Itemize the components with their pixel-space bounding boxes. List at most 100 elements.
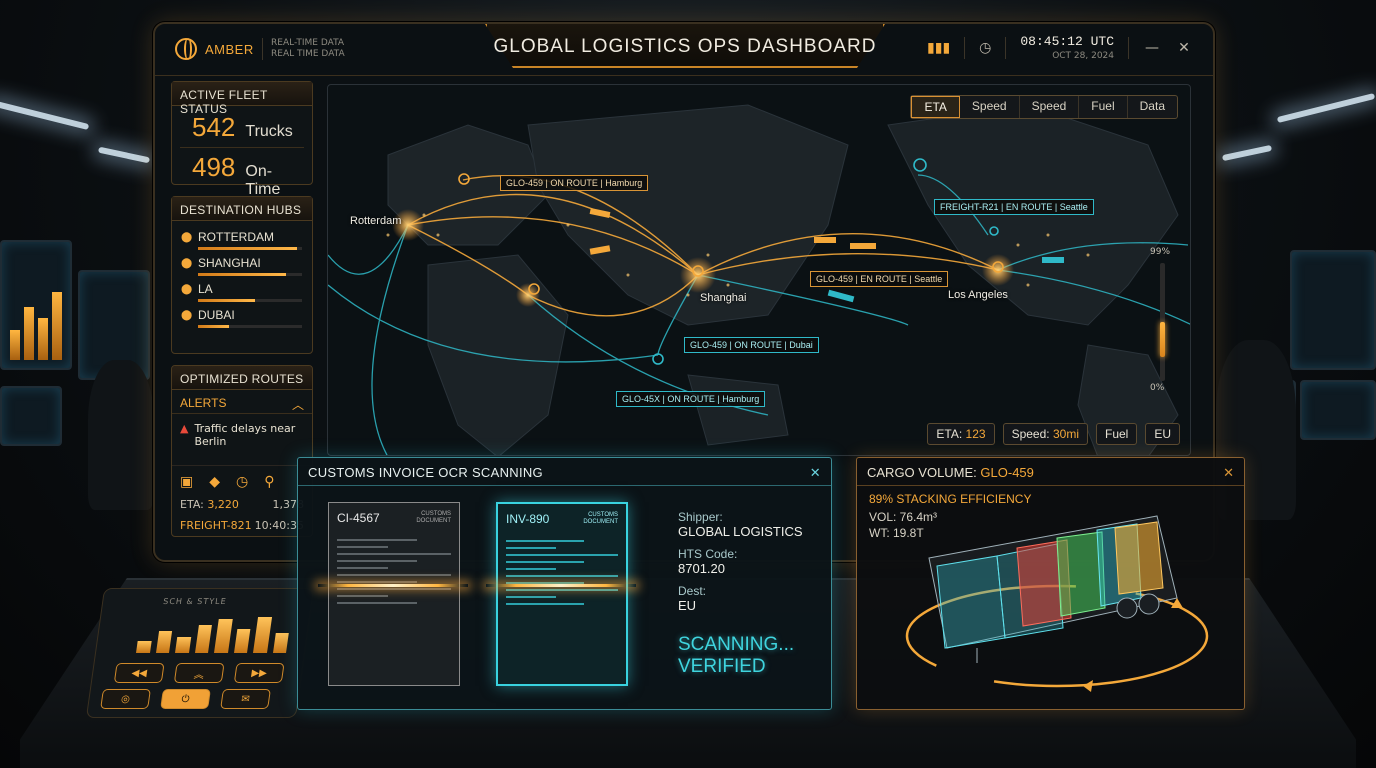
map-tab[interactable]: Speed [960, 96, 1020, 118]
field-label: HTS Code: [678, 547, 738, 561]
alert-item[interactable]: ▲ Traffic delays near Berlin [172, 414, 312, 466]
document-lines [337, 539, 451, 604]
rewind-button[interactable]: ◀◀ [113, 663, 165, 683]
hub-item[interactable]: ⬤ SHANGHAI [172, 253, 312, 279]
panel-title: OPTIMIZED ROUTES [172, 366, 312, 390]
city-label-los-angeles: Los Angeles [948, 289, 1008, 301]
alerts-header[interactable]: ALERTS ︿ [172, 390, 312, 414]
continent-north-america [887, 104, 1179, 326]
map-tab[interactable]: ETA [911, 96, 960, 118]
hub-progress [198, 325, 302, 328]
minimize-icon[interactable]: — [1143, 39, 1161, 57]
hub-progress-fill [198, 299, 256, 302]
pin-icon: ⬤ [181, 258, 193, 269]
trailer-3d-graphic [905, 515, 1209, 692]
hub-progress-fill [198, 247, 297, 250]
shipper-field: Shipper: GLOBAL LOGISTICS [678, 510, 803, 539]
route-callout[interactable]: GLO-459 | ON ROUTE | Dubai [684, 337, 819, 353]
speed-chip[interactable]: Speed: 30mi [1002, 423, 1088, 445]
hub-name: DUBAI [198, 308, 235, 322]
up-button[interactable]: ︽ [173, 663, 225, 683]
car-icon[interactable]: ◆ [209, 474, 220, 490]
alert-text: Traffic delays near Berlin [194, 422, 296, 448]
keypad-bar [175, 637, 191, 653]
operator-silhouette [88, 360, 154, 510]
timer-icon[interactable]: ◷ [236, 474, 248, 490]
scan-beam [486, 584, 636, 587]
hub-progress-fill [198, 273, 287, 276]
status-scanning: SCANNING... [678, 634, 795, 655]
city-label-rotterdam: Rotterdam [350, 215, 402, 227]
map-level-slider[interactable]: 99% 0% [1150, 247, 1170, 397]
hub-item[interactable]: ⬤ LA [172, 279, 312, 305]
slider-max-label: 99% [1150, 247, 1171, 257]
document-lines [506, 540, 618, 605]
settings-button[interactable]: ◎ [100, 689, 151, 709]
eta-chip[interactable]: ETA: 123 [927, 423, 995, 445]
background-monitor [0, 386, 62, 446]
city-glow-los-angeles [982, 254, 1014, 286]
realtime-line: REAL-TIME DATA [271, 38, 345, 48]
clock-icon[interactable]: ◷ [979, 40, 991, 56]
hub-name: ROTTERDAM [198, 230, 274, 244]
pin-icon: ⬤ [181, 310, 193, 321]
chevron-up-icon[interactable]: ︿ [292, 396, 304, 412]
continent-australia [687, 374, 789, 446]
forward-button[interactable]: ▶▶ [233, 663, 285, 683]
control-keypad: SCH & STYLE ◀◀ ︽ ▶▶ ◎ ⏻ ✉ [85, 588, 315, 718]
route-callout[interactable]: GLO-459 | ON ROUTE | Hamburg [500, 175, 649, 191]
map-tab[interactable]: Speed [1020, 96, 1080, 118]
document-id: INV-890 [506, 512, 550, 526]
keypad-bar [233, 629, 251, 653]
ontime-label: On-Time [245, 163, 281, 198]
ocr-title: CUSTOMS INVOICE OCR SCANNING [308, 465, 543, 480]
realtime-label: REAL-TIME DATA REAL TIME DATA [262, 38, 345, 60]
mail-button[interactable]: ✉ [220, 689, 271, 709]
map-footer-chips: ETA: 123 Speed: 30mi Fuel EU [927, 423, 1180, 445]
document-id: CI-4567 [337, 511, 380, 525]
keypad-bar [136, 641, 152, 653]
title-bar: AMBER REAL-TIME DATA REAL TIME DATA GLOB… [155, 24, 1213, 76]
alerts-label: ALERTS [180, 396, 227, 410]
document-inv[interactable]: INV-890 CUSTOMS DOCUMENT [496, 502, 628, 686]
field-label: Shipper: [678, 510, 723, 524]
route-callout[interactable]: GLO-459 | EN ROUTE | Seattle [810, 271, 949, 287]
close-icon[interactable]: ✕ [1175, 39, 1193, 57]
map-tab[interactable]: Fuel [1079, 96, 1128, 118]
bus-icon[interactable]: ▣ [180, 474, 193, 490]
hub-name: SHANGHAI [198, 256, 261, 270]
keypad-bar [253, 617, 272, 653]
signal-bars-icon[interactable]: ▮▮▮ [927, 40, 950, 56]
route-callout[interactable]: FREIGHT-R21 | EN ROUTE | Seattle [934, 199, 1094, 215]
power-button[interactable]: ⏻ [160, 689, 211, 709]
hub-name: LA [198, 282, 213, 296]
map-tab[interactable]: Data [1128, 96, 1177, 118]
trucks-label: Trucks [245, 123, 293, 140]
map-metric-tabs: ETA Speed Speed Fuel Data [910, 95, 1178, 119]
scan-beam [318, 584, 468, 587]
close-icon[interactable]: ✕ [810, 465, 821, 480]
document-ci[interactable]: CI-4567 CUSTOMS DOCUMENT [328, 502, 460, 686]
hub-progress [198, 299, 302, 302]
pin-icon[interactable]: ⚲ [264, 474, 274, 490]
fuel-chip[interactable]: Fuel [1095, 423, 1138, 445]
keypad-bar-graph [136, 613, 292, 653]
city-glow-dubai [516, 283, 540, 307]
panel-title: DESTINATION HUBS [172, 197, 312, 221]
world-map[interactable]: ETA Speed Speed Fuel Data GLO-459 | ON ROUTE… [327, 84, 1191, 456]
status-verified: VERIFIED [678, 656, 766, 677]
chip-label: ETA: [936, 427, 963, 441]
panel-title: ACTIVE FLEET STATUS [172, 82, 312, 116]
document-subtitle: CUSTOMS DOCUMENT [416, 511, 451, 524]
document-subtitle: CUSTOMS DOCUMENT [583, 512, 618, 525]
region-chip[interactable]: EU [1145, 423, 1180, 445]
trucks-count: 542 [192, 112, 236, 142]
field-value: 8701.20 [678, 561, 725, 576]
eta-value: 3,220 [207, 498, 239, 511]
continent-africa [427, 254, 569, 455]
ocr-header: CUSTOMS INVOICE OCR SCANNING ✕ [298, 458, 831, 486]
hub-item[interactable]: ⬤ ROTTERDAM [172, 227, 312, 253]
hub-item[interactable]: ⬤ DUBAI [172, 305, 312, 331]
route-callout[interactable]: GLO-45X | ON ROUTE | Hamburg [616, 391, 766, 407]
eta-row: ETA: 3,220 1,378 [172, 494, 312, 515]
